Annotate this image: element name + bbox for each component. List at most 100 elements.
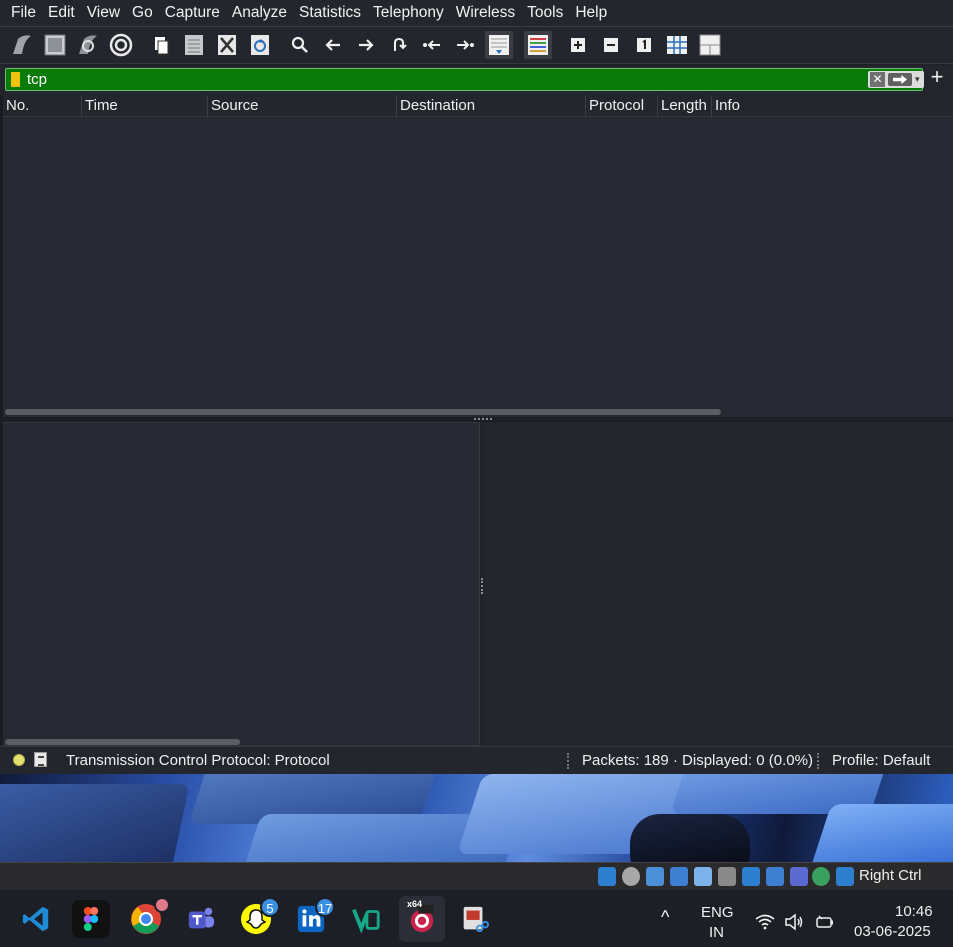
input-language-code[interactable]: ENG bbox=[701, 904, 734, 921]
packet-bytes-pane[interactable] bbox=[484, 422, 953, 746]
splitter-grip-icon bbox=[474, 418, 492, 420]
menu-analyze[interactable]: Analyze bbox=[227, 4, 294, 22]
back-arrow-icon[interactable] bbox=[320, 31, 346, 59]
main-toolbar bbox=[0, 26, 953, 64]
normal-size-icon[interactable] bbox=[631, 31, 657, 59]
splitter-grip-icon bbox=[481, 578, 483, 594]
menu-statistics[interactable]: Statistics bbox=[294, 4, 368, 22]
chrome-profile-badge bbox=[154, 897, 170, 913]
recording-icon[interactable] bbox=[766, 867, 784, 886]
hard-disk-icon[interactable] bbox=[598, 867, 616, 886]
colorize-icon[interactable] bbox=[524, 31, 552, 59]
linkedin-notification-badge: 17 bbox=[315, 897, 335, 917]
snapchat-taskbar-icon[interactable]: 5 bbox=[237, 897, 280, 938]
column-header-protocol[interactable]: Protocol bbox=[586, 95, 658, 117]
search-icon[interactable] bbox=[287, 31, 313, 59]
menu-edit[interactable]: Edit bbox=[43, 4, 82, 22]
packet-count-status[interactable]: Packets: 189 · Displayed: 0 (0.0%) bbox=[582, 752, 813, 769]
last-packet-icon[interactable] bbox=[452, 31, 478, 59]
resize-columns-icon[interactable] bbox=[664, 31, 690, 59]
forward-arrow-icon[interactable] bbox=[353, 31, 379, 59]
capture-options-gear-icon[interactable] bbox=[108, 31, 134, 59]
volume-icon[interactable] bbox=[784, 913, 804, 935]
vscode-taskbar-icon[interactable] bbox=[17, 900, 55, 938]
virtualbox-taskbar-icon[interactable]: x64 bbox=[399, 896, 445, 942]
bookmark-icon[interactable] bbox=[11, 72, 20, 87]
menu-capture[interactable]: Capture bbox=[160, 4, 227, 22]
shark-fin-start-icon[interactable] bbox=[9, 31, 35, 59]
menu-file[interactable]: File bbox=[0, 4, 43, 22]
display-icon[interactable] bbox=[742, 867, 760, 886]
veeam-taskbar-icon[interactable] bbox=[347, 900, 385, 938]
virtualization-icon[interactable] bbox=[790, 867, 808, 886]
status-separator bbox=[817, 753, 819, 769]
save-file-icon[interactable] bbox=[181, 31, 207, 59]
add-filter-button[interactable]: + bbox=[927, 66, 947, 89]
virtualbox-arch-label: x64 bbox=[407, 899, 423, 909]
audio-icon[interactable] bbox=[646, 867, 664, 886]
status-message: Transmission Control Protocol: Protocol bbox=[66, 752, 330, 769]
menu-view[interactable]: View bbox=[82, 4, 127, 22]
show-hidden-icons-chevron[interactable]: ^ bbox=[661, 907, 669, 928]
battery-icon[interactable] bbox=[815, 914, 835, 934]
capture-comments-icon[interactable] bbox=[34, 752, 47, 767]
zoom-in-icon[interactable] bbox=[565, 31, 591, 59]
packet-list-header: No. Time Source Destination Protocol Len… bbox=[3, 95, 953, 117]
teams-taskbar-icon[interactable] bbox=[182, 900, 220, 938]
chrome-taskbar-icon[interactable] bbox=[127, 897, 170, 938]
profile-status[interactable]: Profile: Default bbox=[832, 752, 930, 769]
clock-date[interactable]: 03-06-2025 bbox=[854, 923, 931, 940]
menu-go[interactable]: Go bbox=[127, 4, 160, 22]
network-icon[interactable] bbox=[670, 867, 688, 886]
filter-controls: ✕ ▾ bbox=[868, 71, 924, 88]
clear-filter-icon[interactable]: ✕ bbox=[870, 72, 885, 87]
go-to-packet-icon[interactable] bbox=[386, 31, 412, 59]
packet-details-horizontal-scrollbar[interactable] bbox=[5, 739, 240, 745]
input-language-region[interactable]: IN bbox=[709, 924, 724, 941]
column-header-length[interactable]: Length bbox=[658, 95, 712, 117]
usb-icon[interactable] bbox=[694, 867, 712, 886]
menu-help[interactable]: Help bbox=[570, 4, 614, 22]
packet-list-horizontal-scrollbar[interactable] bbox=[5, 409, 721, 415]
host-key-label: Right Ctrl bbox=[859, 867, 922, 884]
display-filter-bar: ✕ ▾ + bbox=[0, 66, 953, 94]
layout-icon[interactable] bbox=[697, 31, 723, 59]
close-file-icon[interactable] bbox=[214, 31, 240, 59]
snipping-tool-taskbar-icon[interactable] bbox=[455, 900, 493, 938]
column-header-no[interactable]: No. bbox=[3, 95, 82, 117]
virtualbox-status-bar: Right Ctrl bbox=[0, 862, 953, 890]
status-separator bbox=[567, 753, 569, 769]
menu-tools[interactable]: Tools bbox=[522, 4, 570, 22]
column-header-source[interactable]: Source bbox=[208, 95, 397, 117]
optical-drive-icon[interactable] bbox=[622, 867, 640, 886]
open-file-icon[interactable] bbox=[148, 31, 174, 59]
first-packet-icon[interactable] bbox=[419, 31, 445, 59]
packet-list-pane[interactable]: No. Time Source Destination Protocol Len… bbox=[0, 95, 953, 417]
zoom-out-icon[interactable] bbox=[598, 31, 624, 59]
clock-time[interactable]: 10:46 bbox=[895, 903, 933, 920]
autoscroll-icon[interactable] bbox=[485, 31, 513, 59]
wifi-icon[interactable] bbox=[755, 914, 775, 934]
stop-square-icon[interactable] bbox=[42, 31, 68, 59]
column-header-destination[interactable]: Destination bbox=[397, 95, 586, 117]
linkedin-taskbar-icon[interactable]: 17 bbox=[292, 897, 335, 938]
desktop-wallpaper bbox=[0, 774, 953, 862]
reload-file-icon[interactable] bbox=[247, 31, 273, 59]
figma-taskbar-icon[interactable] bbox=[72, 900, 110, 938]
display-filter-input[interactable] bbox=[27, 70, 857, 89]
menu-bar: File Edit View Go Capture Analyze Statis… bbox=[0, 0, 953, 26]
restart-capture-icon[interactable] bbox=[75, 31, 101, 59]
shared-folders-icon[interactable] bbox=[718, 867, 736, 886]
packet-details-pane[interactable] bbox=[0, 422, 480, 746]
menu-telephony[interactable]: Telephony bbox=[368, 4, 451, 22]
snapchat-notification-badge: 5 bbox=[260, 897, 280, 917]
mouse-integration-icon[interactable] bbox=[812, 867, 830, 886]
column-header-info[interactable]: Info bbox=[712, 95, 953, 117]
menu-wireless[interactable]: Wireless bbox=[451, 4, 522, 22]
apply-filter-arrow-icon[interactable] bbox=[888, 73, 912, 86]
expert-info-led-icon[interactable] bbox=[13, 754, 25, 766]
status-bar: Transmission Control Protocol: Protocol … bbox=[0, 746, 953, 774]
keyboard-capture-icon[interactable] bbox=[836, 867, 854, 886]
filter-history-dropdown-icon[interactable]: ▾ bbox=[915, 74, 920, 85]
column-header-time[interactable]: Time bbox=[82, 95, 208, 117]
